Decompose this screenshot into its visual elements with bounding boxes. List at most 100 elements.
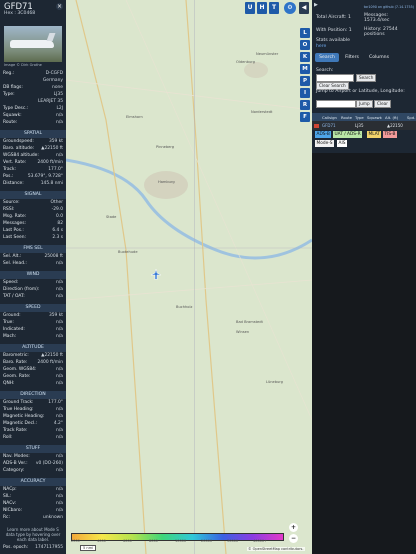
row-callsign[interactable]: GFD71 [322,123,336,128]
map-button-u[interactable]: U [245,2,255,14]
aircraft-marker-icon[interactable] [150,268,162,280]
info-row: Reg.: D-CGFD [0,70,66,77]
map-place-label: Neumünster [256,52,279,56]
info-label: Track Rate: [3,428,28,433]
aircraft-table: Callsign Route Type Squawk Alt. (ft) Spd… [312,113,416,130]
col-type[interactable]: Type [355,115,364,120]
info-row: Vert. Rate: 2400 ft/min [0,159,66,166]
map-button-p[interactable]: P [300,76,310,86]
info-label: DB flags: [3,85,23,90]
info-row: QNH: n/a [0,380,66,387]
info-row: Msg. Rate: 0.0 [0,213,66,220]
settings-gear-icon[interactable]: ⚙ [284,2,296,14]
info-label: Geom. Rate: [3,374,31,379]
jump-input[interactable] [316,100,356,108]
badge-adsb: ADS-B [315,131,332,138]
right-panel: ▶ tar1090 on github (7.14.1755) Total Ai… [312,0,416,554]
col-route[interactable]: Route [341,115,352,120]
map-attribution[interactable]: © OpenStreetMap contributors. [247,547,305,551]
info-row: NACv: n/a [0,500,66,507]
table-header: Callsign Route Type Squawk Alt. (ft) Spd… [312,113,416,121]
legend-tick-label: 4000 [97,539,106,543]
col-alt[interactable]: Alt. (ft) [385,115,398,120]
info-value: 2.3 s [52,235,63,240]
aircraft-info-sidebar: GFD71 Hex : 3C0468 × Image © Dirk Grothe… [0,0,66,554]
info-value: Germany [42,78,63,83]
info-label: Ground Track: [3,400,34,405]
info-row: Rc: unknown [0,514,66,521]
info-label: NICbaro: [3,508,22,513]
map-button-m[interactable]: M [300,64,310,74]
info-row: True Heading: n/a [0,406,66,413]
tab-search[interactable]: Search [315,53,339,62]
info-value: n/a [56,327,63,332]
info-row: Ground Track: 177.0° [0,399,66,406]
map-place-label: Oldenburg [236,60,255,64]
info-label: Mach: [3,334,17,339]
info-label: Speed: [3,280,19,285]
info-value: L2J [56,106,63,111]
jump-button[interactable]: Jump [356,100,373,108]
info-row: Roll: n/a [0,434,66,441]
badge-tisb: TIS-B [383,131,397,138]
info-label: Messages: [3,221,27,226]
info-row: TAT / OAT: n/a [0,293,66,300]
nav-right-icon[interactable]: ▶ [314,2,318,8]
info-value: 177.0° [48,400,63,405]
col-squawk[interactable]: Squawk [367,115,382,120]
city-area [144,171,188,199]
col-spd[interactable]: Spd. [407,115,415,120]
table-row[interactable]: GFD71 LJ35 ▲22150 [312,121,416,130]
map-button-k[interactable]: K [300,52,310,62]
col-callsign[interactable]: Callsign [322,115,337,120]
aircraft-photo[interactable] [4,26,62,62]
info-row: Last Pos.: 6.4 s [0,227,66,234]
map-button-r[interactable]: R [300,100,310,110]
flag-icon [314,123,319,128]
stats-here-link[interactable]: here [316,44,326,49]
close-icon[interactable]: × [56,3,63,10]
info-label: Category: [3,468,25,473]
info-label: ADS-B Ver.: [3,461,28,466]
tab-columns[interactable]: Columns [365,53,393,62]
map-button-o[interactable]: O [300,40,310,50]
selected-hex: Hex : 3C0468 [4,11,36,16]
info-value: 1747117955 [35,545,63,550]
map-button-h[interactable]: H [257,2,267,14]
nav-left-icon[interactable]: ◀ [299,2,309,14]
info-row: Baro. altitude: ▲22150 ft [0,145,66,152]
version-link[interactable]: tar1090 on github (7.14.1755) [364,5,414,9]
section-header-speed: SPEED [0,304,66,312]
with-position: With Position: 1 [316,28,352,33]
zoom-out-button[interactable]: − [289,534,298,543]
info-value: n/a [56,414,63,419]
badge-ais: AIS [337,140,347,147]
info-row: Ground: 359 kt [0,312,66,319]
info-row: Geom. WGS84: n/a [0,366,66,373]
map-button-i[interactable]: I [300,88,310,98]
info-row: Track Rate: n/a [0,427,66,434]
info-label: Msg. Rate: [3,214,27,219]
info-label: RSSI: [3,207,15,212]
map-button-f[interactable]: F [300,112,310,122]
search-input[interactable] [316,74,354,82]
zoom-in-button[interactable]: + [289,523,298,532]
info-value: n/a [56,113,63,118]
section-header-altitude: ALTITUDE [0,344,66,352]
info-label: True: [3,320,14,325]
map-canvas[interactable]: Oldenburg Neumünster Norderstedt Hamburg Sta… [66,0,312,554]
info-label: Track: [3,167,16,172]
info-value: 4.2° [53,421,63,426]
clear-button[interactable]: Clear [374,100,391,108]
info-value: n/a [56,501,63,506]
map-button-l[interactable]: L [300,28,310,38]
search-button[interactable]: Search [356,74,377,82]
info-label: NACp: [3,487,17,492]
info-row: NACp: n/a [0,486,66,493]
info-value: n/a [56,374,63,379]
tab-filters[interactable]: Filters [341,53,363,62]
info-label: Direction (from): [3,287,40,292]
info-row: Sel. Alt.: 25008 ft [0,253,66,260]
map-button-t[interactable]: T [269,2,279,14]
info-value: n/a [56,508,63,513]
